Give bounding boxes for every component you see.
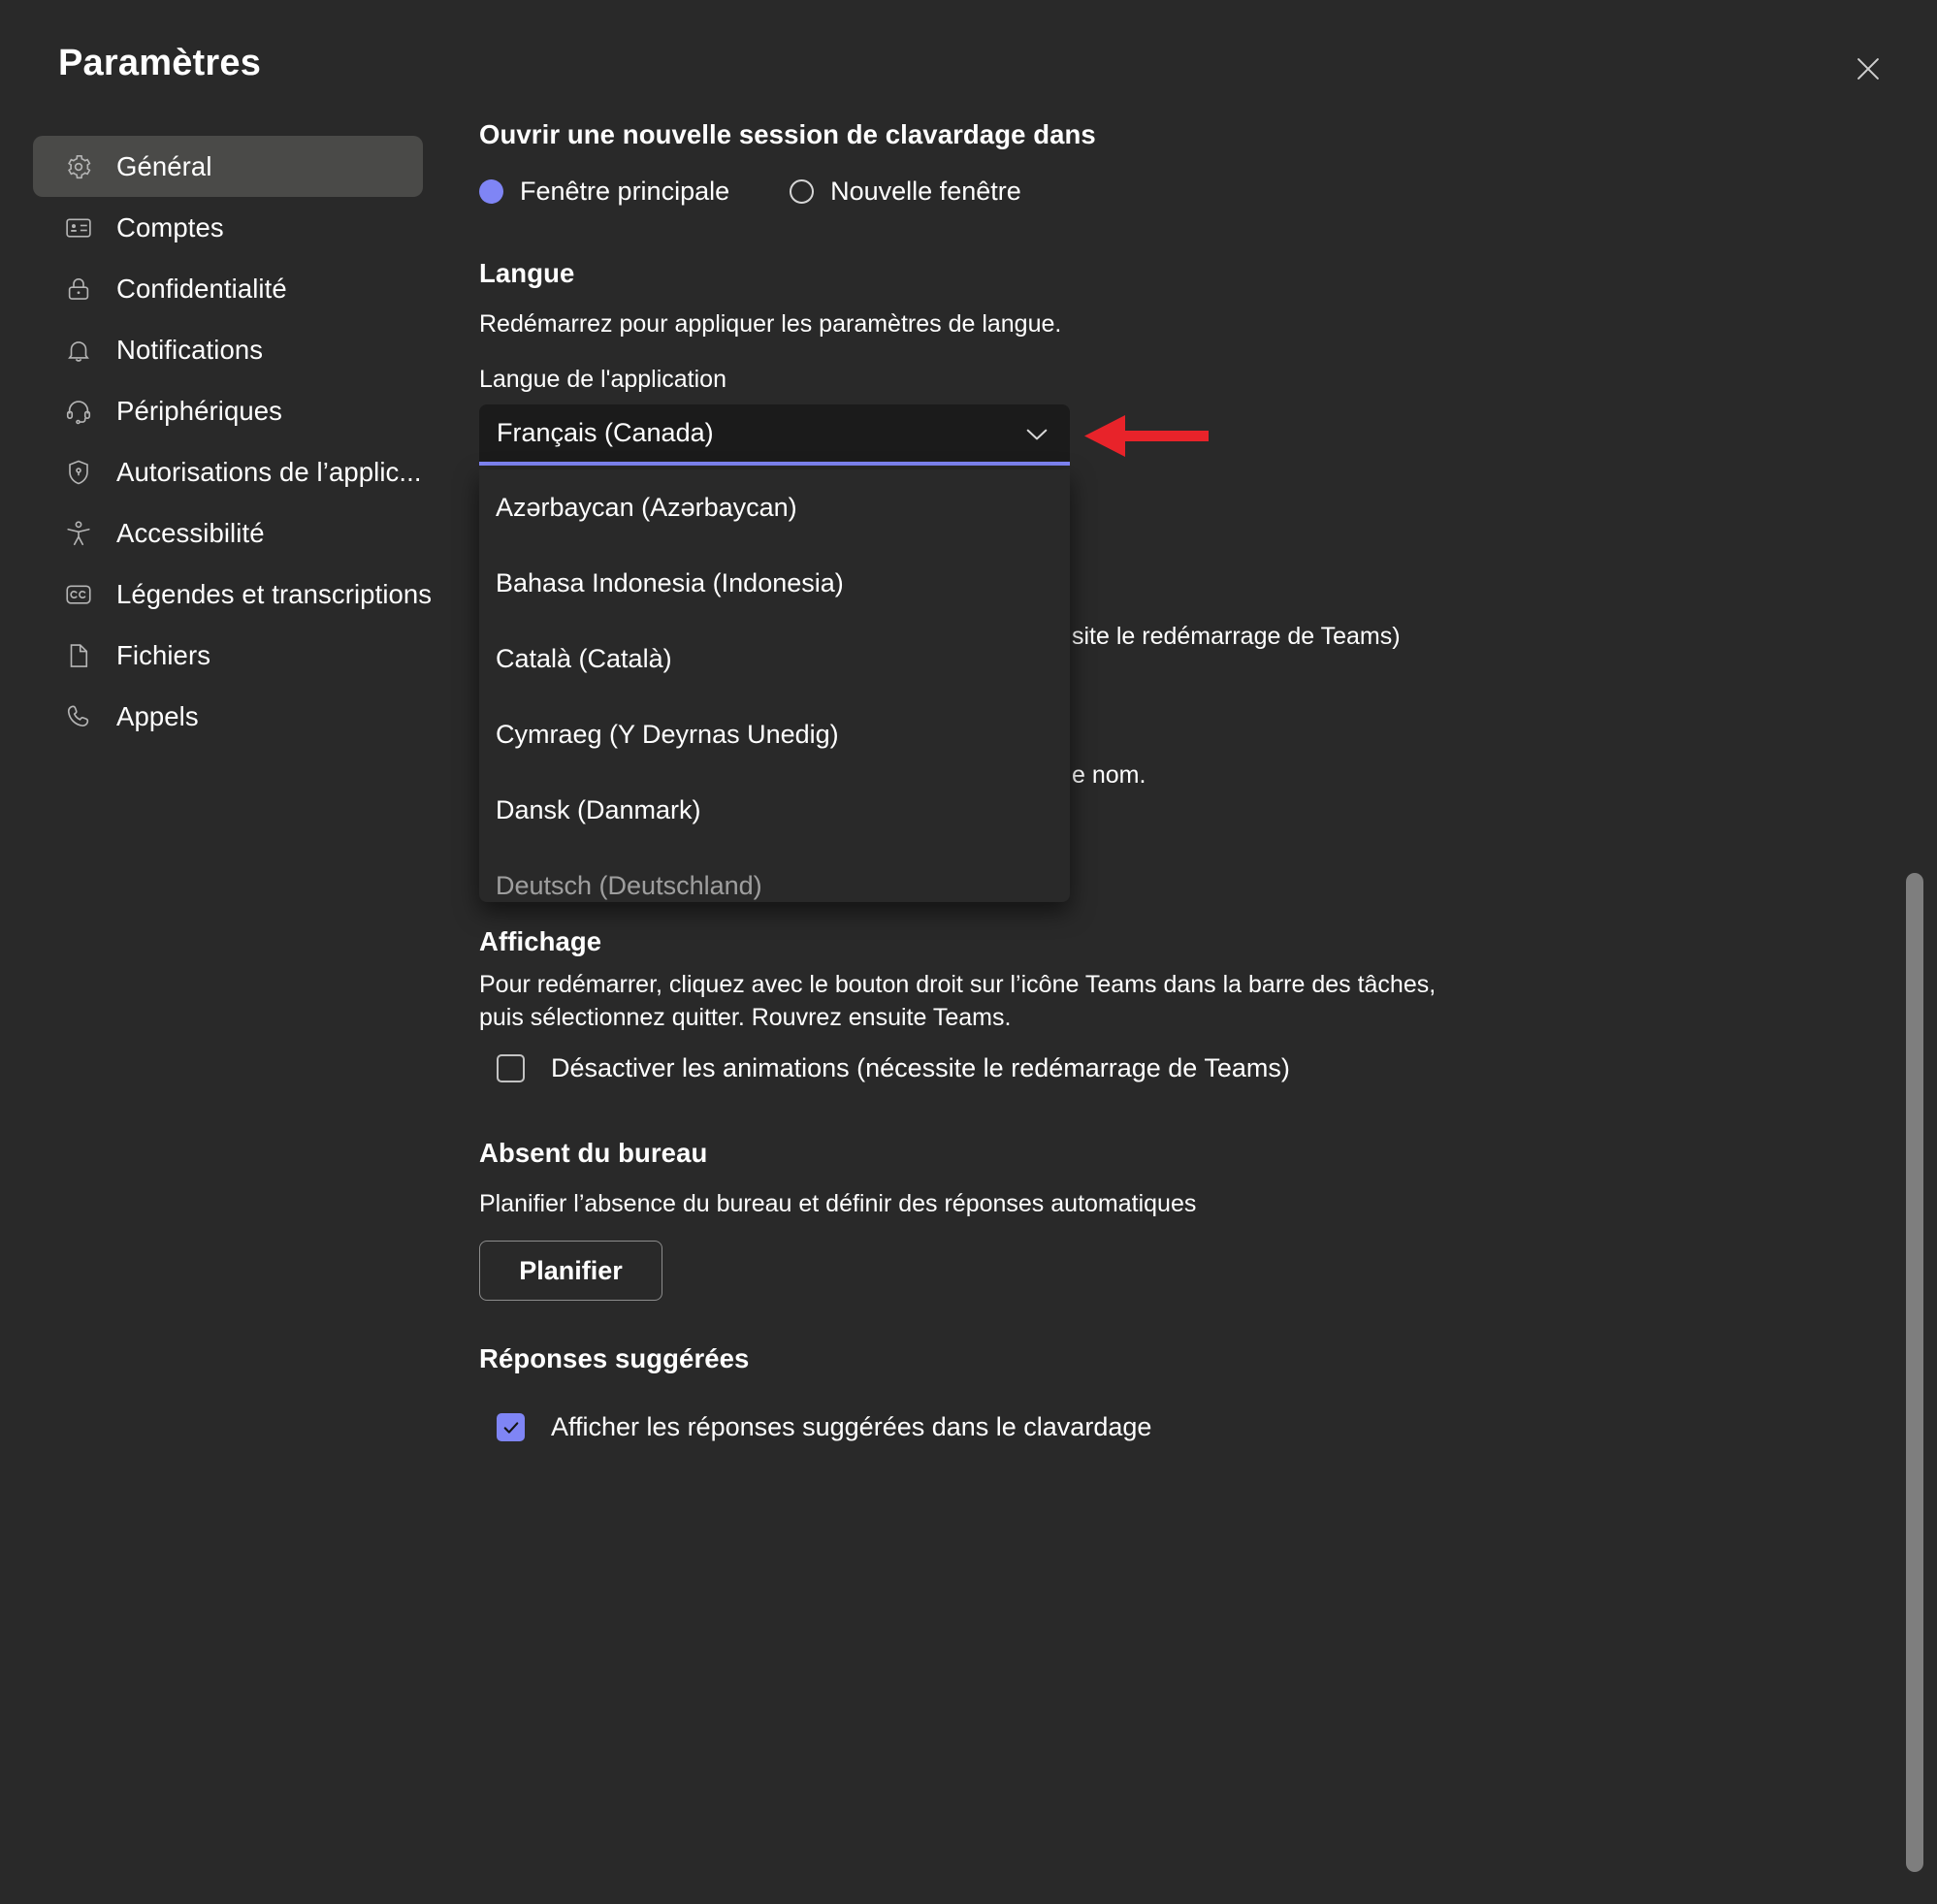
dropdown-option[interactable]: Català (Català) bbox=[479, 621, 1070, 696]
sidebar-item-label: Général bbox=[116, 150, 212, 181]
schedule-button[interactable]: Planifier bbox=[479, 1241, 662, 1301]
radio-main-window[interactable]: Fenêtre principale bbox=[479, 177, 729, 207]
open-chat-heading: Ouvrir une nouvelle session de clavardag… bbox=[479, 119, 1096, 149]
shield-lock-icon bbox=[62, 456, 95, 489]
sidebar-item-label: Fichiers bbox=[116, 639, 211, 670]
contact-card-icon bbox=[62, 211, 95, 244]
phone-icon bbox=[62, 700, 95, 733]
sidebar-item-files[interactable]: Fichiers bbox=[33, 625, 423, 686]
checkbox-label: Désactiver les animations (nécessite le … bbox=[551, 1053, 1290, 1082]
sidebar-item-label: Autorisations de l’applic... bbox=[116, 456, 422, 487]
dropdown-option[interactable]: Cymraeg (Y Deyrnas Unedig) bbox=[479, 696, 1070, 772]
sidebar-item-calls[interactable]: Appels bbox=[33, 686, 423, 747]
headset-icon bbox=[62, 395, 95, 428]
language-combobox-value: Français (Canada) bbox=[497, 418, 714, 447]
display-heading: Affichage bbox=[479, 926, 602, 956]
radio-unselected-icon bbox=[790, 179, 815, 204]
lock-icon bbox=[62, 273, 95, 306]
disable-animations-checkbox-row[interactable]: Désactiver les animations (nécessite le … bbox=[497, 1053, 1290, 1083]
radio-selected-icon bbox=[479, 179, 503, 204]
file-icon bbox=[62, 639, 95, 672]
sidebar-item-label: Comptes bbox=[116, 211, 224, 242]
sidebar-item-label: Appels bbox=[116, 700, 199, 731]
language-heading: Langue bbox=[479, 258, 575, 288]
settings-content: Ouvrir une nouvelle session de clavardag… bbox=[479, 0, 1937, 1904]
display-description: Pour redémarrer, cliquez avec le bouton … bbox=[479, 971, 1437, 1031]
suggested-replies-heading: Réponses suggérées bbox=[479, 1343, 750, 1373]
chevron-down-icon[interactable] bbox=[1021, 418, 1052, 449]
sidebar-item-label: Périphériques bbox=[116, 395, 282, 426]
sidebar-item-devices[interactable]: Périphériques bbox=[33, 380, 423, 441]
sidebar-item-label: Légendes et transcriptions bbox=[116, 578, 433, 609]
accessibility-icon bbox=[62, 517, 95, 550]
closed-caption-icon bbox=[62, 578, 95, 611]
sidebar-item-label: Confidentialité bbox=[116, 273, 287, 304]
suggested-replies-checkbox-row[interactable]: Afficher les réponses suggérées dans le … bbox=[497, 1412, 1151, 1442]
checkbox-label: Afficher les réponses suggérées dans le … bbox=[551, 1412, 1152, 1441]
language-description: Redémarrez pour appliquer les paramètres… bbox=[479, 310, 1062, 338]
gear-icon bbox=[62, 150, 95, 183]
sidebar-item-label: Accessibilité bbox=[116, 517, 265, 548]
sidebar-item-accounts[interactable]: Comptes bbox=[33, 197, 423, 258]
vertical-scroll-thumb[interactable] bbox=[1906, 873, 1923, 1872]
sidebar-item-notifications[interactable]: Notifications bbox=[33, 319, 423, 380]
out-of-office-heading: Absent du bureau bbox=[479, 1138, 708, 1168]
sidebar-item-captions[interactable]: Légendes et transcriptions bbox=[33, 564, 432, 625]
out-of-office-description: Planifier l’absence du bureau et définir… bbox=[479, 1190, 1197, 1217]
language-combobox[interactable]: Français (Canada) bbox=[479, 404, 1070, 466]
dropdown-option[interactable]: Bahasa Indonesia (Indonesia) bbox=[479, 545, 1070, 621]
sidebar-item-accessibility[interactable]: Accessibilité bbox=[33, 502, 423, 564]
radio-label: Nouvelle fenêtre bbox=[830, 177, 1021, 206]
obscured-text-fragment: e nom. bbox=[1072, 761, 1146, 789]
checkbox-unchecked-icon[interactable] bbox=[497, 1054, 525, 1082]
open-chat-radio-group: Fenêtre principale Nouvelle fenêtre bbox=[479, 177, 1081, 207]
radio-label: Fenêtre principale bbox=[520, 177, 730, 206]
language-dropdown-list[interactable]: Azərbaycan (Azərbaycan) Bahasa Indonesia… bbox=[479, 469, 1070, 902]
vertical-scrollbar[interactable] bbox=[1904, 0, 1925, 1904]
settings-sidebar: Général Comptes Confidentialité Notifica… bbox=[0, 136, 456, 747]
sidebar-item-privacy[interactable]: Confidentialité bbox=[33, 258, 423, 319]
dropdown-option[interactable]: Deutsch (Deutschland) bbox=[479, 848, 1070, 902]
sidebar-item-label: Notifications bbox=[116, 334, 264, 365]
sidebar-item-app-permissions[interactable]: Autorisations de l’applic... bbox=[33, 441, 423, 502]
dropdown-option[interactable]: Dansk (Danmark) bbox=[479, 772, 1070, 848]
bell-icon bbox=[62, 334, 95, 367]
obscured-text-fragment: site le redémarrage de Teams) bbox=[1072, 623, 1401, 650]
settings-dialog: Paramètres Général Comptes Confidentiali… bbox=[0, 0, 1937, 1904]
sidebar-item-general[interactable]: Général bbox=[33, 136, 423, 197]
checkbox-checked-icon[interactable] bbox=[497, 1413, 525, 1441]
language-field-label: Langue de l'application bbox=[479, 366, 726, 393]
radio-new-window[interactable]: Nouvelle fenêtre bbox=[790, 177, 1021, 207]
dropdown-option[interactable]: Azərbaycan (Azərbaycan) bbox=[479, 469, 1070, 545]
page-title: Paramètres bbox=[58, 43, 262, 83]
